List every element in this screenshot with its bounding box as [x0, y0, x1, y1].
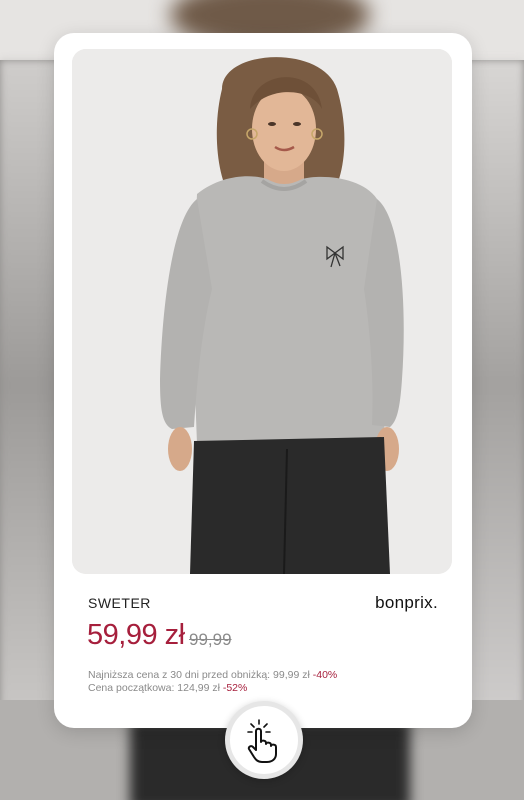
current-price: 59,99 zł [87, 619, 185, 651]
initial-price-info: Cena początkowa: 124,99 zł -52% [88, 682, 247, 694]
tap-button[interactable] [225, 701, 303, 779]
lowest-price-info: Najniższa cena z 30 dni przed obniżką: 9… [88, 669, 337, 681]
lowest-price-label: Najniższa cena z 30 dni przed obniżką: 9… [88, 669, 310, 681]
old-price: 99,99 [189, 630, 232, 649]
lowest-price-discount: -40% [312, 669, 338, 681]
product-card[interactable]: SWETER bonprix. 59,99 zł 99,99 Najniższa… [54, 33, 472, 728]
product-title: SWETER [88, 595, 151, 611]
initial-price-label: Cena początkowa: 124,99 zł [88, 682, 220, 694]
product-photo [72, 49, 452, 574]
tap-hand-icon [247, 719, 277, 763]
brand-logo: bonprix. [375, 593, 438, 612]
initial-price-discount: -52% [222, 682, 248, 694]
